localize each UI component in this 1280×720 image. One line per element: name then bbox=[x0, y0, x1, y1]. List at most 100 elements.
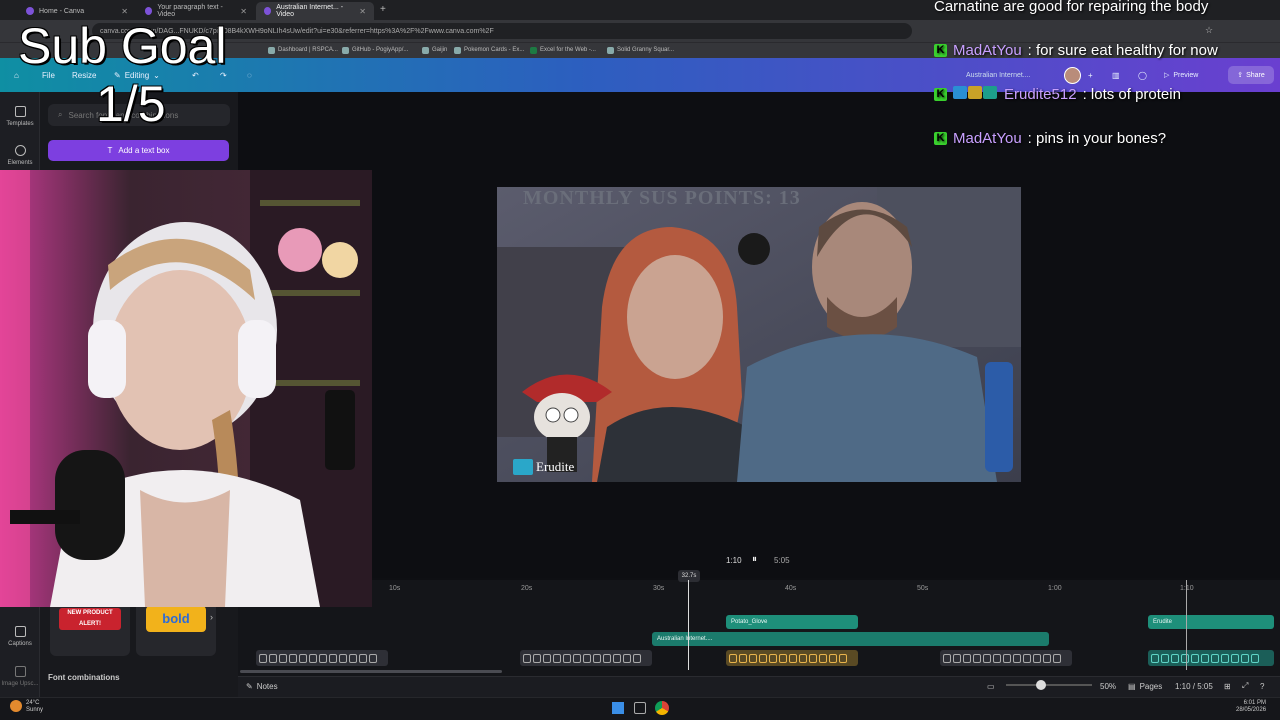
crown-badge-icon bbox=[968, 86, 982, 99]
end-marker[interactable] bbox=[1186, 580, 1187, 670]
bookmark-item[interactable]: Dashboard | RSPCA... bbox=[268, 44, 338, 56]
clock-date: 28/05/2026 bbox=[1236, 707, 1267, 713]
canva-favicon-icon bbox=[26, 7, 34, 15]
heart-icon bbox=[607, 46, 614, 54]
chat-text: : for sure eat healthy for now bbox=[1027, 42, 1218, 59]
close-icon[interactable]: ✕ bbox=[121, 7, 128, 16]
timeline-clip[interactable]: Australian Internet.... bbox=[652, 632, 1049, 646]
tab-label: Home - Canva bbox=[39, 7, 85, 15]
chat-message-partial: Carnatine are good for repairing the bod… bbox=[934, 0, 1208, 15]
chevron-right-icon[interactable]: › bbox=[210, 612, 213, 622]
bookmark-item[interactable]: Pokemon Cards - Ex... bbox=[454, 44, 524, 56]
bookmark-label: Dashboard | RSPCA... bbox=[278, 47, 338, 53]
bookmark-item[interactable]: GitHub - PogiyApp/... bbox=[342, 44, 408, 56]
fullscreen-icon[interactable]: ⤢ bbox=[1242, 680, 1248, 692]
new-tab-icon[interactable]: + bbox=[380, 4, 386, 15]
canva-favicon-icon bbox=[264, 7, 272, 15]
webcam-overlay bbox=[0, 170, 372, 607]
video-frame[interactable]: MONTHLY SUS POINTS: 13 Erudite bbox=[497, 187, 1021, 482]
watermark-text: Erudite bbox=[536, 459, 575, 474]
close-icon[interactable]: ✕ bbox=[240, 7, 247, 16]
tick-label: 20s bbox=[521, 585, 533, 592]
kick-icon: K bbox=[934, 88, 947, 101]
rail-label: Image Upsc... bbox=[1, 681, 39, 687]
sub-goal-title: Sub Goal bbox=[18, 18, 227, 74]
chat-username: MadAtYou bbox=[953, 130, 1022, 147]
pages-label: Pages bbox=[1139, 681, 1163, 691]
pages-icon: ▤ bbox=[1128, 681, 1136, 691]
notes-label: Notes bbox=[256, 681, 278, 691]
pause-icon[interactable]: ⏸ bbox=[752, 554, 757, 565]
pages-button[interactable]: ▤ Pages bbox=[1128, 680, 1162, 692]
tick-label: 1:00 bbox=[1048, 585, 1062, 592]
rail-label: Elements bbox=[7, 160, 33, 166]
audio-track[interactable] bbox=[726, 650, 858, 666]
playhead-time-badge: 32.7s bbox=[678, 570, 700, 582]
clip-label: Australian Internet.... bbox=[657, 636, 713, 642]
timeline-scrollbar[interactable] bbox=[240, 670, 502, 673]
notes-button[interactable]: ✎ Notes bbox=[246, 680, 278, 692]
total-time: 5:05 bbox=[774, 556, 790, 565]
excel-icon bbox=[530, 46, 537, 54]
text-template-card[interactable]: bold bbox=[136, 600, 216, 656]
audio-track[interactable] bbox=[520, 650, 652, 666]
chat-text: : pins in your bones? bbox=[1027, 130, 1167, 147]
chat-message: K MadAtYou : for sure eat healthy for no… bbox=[934, 42, 1218, 59]
font-combinations-heading: Font combinations bbox=[48, 673, 120, 682]
bookmark-label: Pokemon Cards - Ex... bbox=[464, 47, 525, 53]
rail-item-image-upscaler[interactable]: Image Upsc... bbox=[0, 666, 40, 687]
chat-message: K MadAtYou : pins in your bones? bbox=[934, 130, 1166, 147]
sus-points-text: MONTHLY SUS POINTS: 13 bbox=[523, 187, 801, 209]
webcam-scene bbox=[0, 170, 372, 607]
badge-icon bbox=[953, 86, 967, 99]
windows-start-icon[interactable] bbox=[612, 702, 624, 714]
bottom-bar bbox=[238, 676, 1280, 697]
add-text-box-button[interactable]: T Add a text box bbox=[48, 140, 229, 161]
clock: 6:01 PM 28/05/2026 bbox=[1236, 700, 1266, 714]
text-template-card[interactable]: NEW PRODUCT ALERT! bbox=[50, 600, 130, 656]
audio-track[interactable] bbox=[256, 650, 388, 666]
bookmark-item[interactable]: Gaijin bbox=[422, 44, 447, 56]
erudite-logo-icon bbox=[513, 459, 533, 475]
rail-item-captions[interactable]: Captions bbox=[0, 626, 40, 647]
sub-goal-value: 1/5 bbox=[96, 75, 166, 132]
timeline-toggle-icon[interactable]: ▭ bbox=[987, 680, 995, 692]
sub-goal-overlay: Sub Goal 1/5 bbox=[18, 18, 258, 133]
file-explorer-icon[interactable] bbox=[634, 702, 646, 714]
rail-item-elements[interactable]: Elements bbox=[0, 145, 40, 166]
timeline-clip[interactable]: Potato_Glove bbox=[726, 615, 858, 629]
video-scene bbox=[497, 187, 1021, 482]
tick-label: 50s bbox=[917, 585, 929, 592]
bookmark-item[interactable]: Excel for the Web -... bbox=[530, 44, 596, 56]
add-text-label: Add a text box bbox=[118, 146, 170, 155]
close-icon[interactable]: ✕ bbox=[359, 7, 366, 16]
tab-australian-internet[interactable]: Australian Internet... - Video ✕ bbox=[256, 2, 374, 20]
clip-label: Erudite bbox=[1153, 619, 1173, 625]
bookmark-icon bbox=[268, 46, 275, 54]
help-icon[interactable]: ? bbox=[1260, 680, 1264, 692]
zoom-value: 50% bbox=[1100, 681, 1117, 691]
bookmark-label: GitHub - PogiyApp/... bbox=[352, 47, 409, 53]
tick-label: 10s bbox=[389, 585, 401, 592]
weather-temp: 24°C bbox=[26, 700, 40, 706]
kick-icon: K bbox=[934, 44, 947, 57]
tab-label: Your paragraph text - Video bbox=[157, 4, 223, 18]
bookmark-label: Solid Granny Squar... bbox=[617, 47, 675, 53]
timeline-clip[interactable]: Erudite bbox=[1148, 615, 1274, 629]
clip-label: Potato_Glove bbox=[731, 619, 768, 625]
chat-username: Erudite512 bbox=[1004, 86, 1077, 103]
chat-message: K Erudite512 : lots of protein bbox=[934, 86, 1181, 103]
page-time: 1:10 / 5:05 bbox=[1175, 681, 1213, 691]
captions-icon bbox=[14, 626, 26, 637]
zoom-slider-knob[interactable] bbox=[1036, 680, 1046, 690]
grid-view-icon[interactable]: ⊞ bbox=[1224, 680, 1231, 692]
zoom-slider[interactable] bbox=[1006, 684, 1092, 686]
bookmark-icon bbox=[422, 46, 429, 54]
audio-track[interactable] bbox=[1148, 650, 1274, 666]
bookmark-item[interactable]: Solid Granny Squar... bbox=[607, 44, 674, 56]
playhead[interactable] bbox=[688, 580, 689, 670]
audio-track[interactable] bbox=[940, 650, 1072, 666]
weather-widget[interactable]: 24°C Sunny bbox=[26, 700, 43, 714]
rail-label: Captions bbox=[8, 641, 32, 647]
chrome-icon[interactable] bbox=[655, 701, 669, 715]
